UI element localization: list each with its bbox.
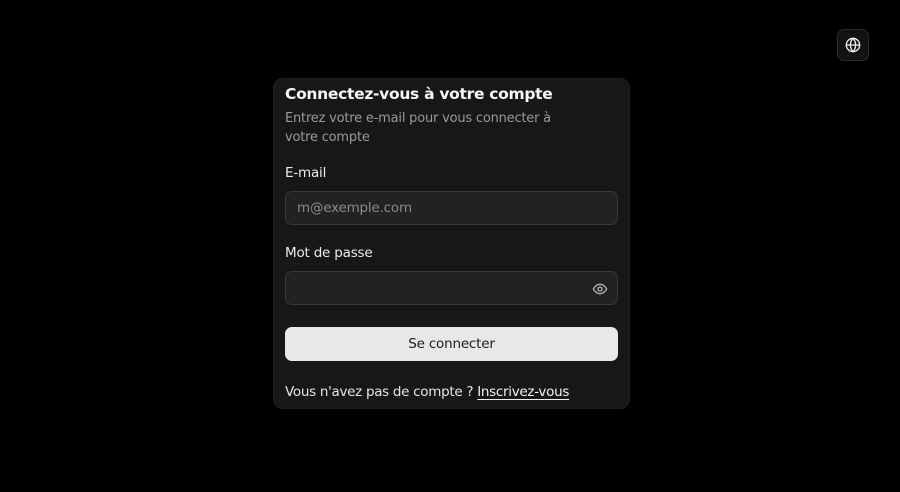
- password-field[interactable]: [286, 272, 617, 304]
- show-password-toggle[interactable]: [591, 280, 608, 297]
- signup-link[interactable]: Inscrivez-vous: [477, 384, 569, 400]
- globe-icon: [845, 37, 861, 53]
- login-card: Connectez-vous à votre compte Entrez vot…: [273, 78, 630, 409]
- signup-line: Vous n'avez pas de compte ? Inscrivez-vo…: [285, 384, 569, 400]
- email-label: E-mail: [285, 165, 327, 181]
- login-subtitle: Entrez votre e-mail pour vous connecter …: [285, 111, 551, 145]
- language-button[interactable]: [837, 29, 869, 61]
- page-title: Connectez-vous à votre compte: [285, 85, 553, 103]
- signup-prompt: Vous n'avez pas de compte ?: [285, 384, 474, 400]
- email-field-wrapper: [285, 191, 618, 225]
- login-button[interactable]: Se connecter: [285, 327, 618, 361]
- eye-icon: [592, 281, 608, 297]
- email-field[interactable]: [286, 192, 617, 224]
- password-field-wrapper: [285, 271, 618, 305]
- password-label: Mot de passe: [285, 245, 373, 261]
